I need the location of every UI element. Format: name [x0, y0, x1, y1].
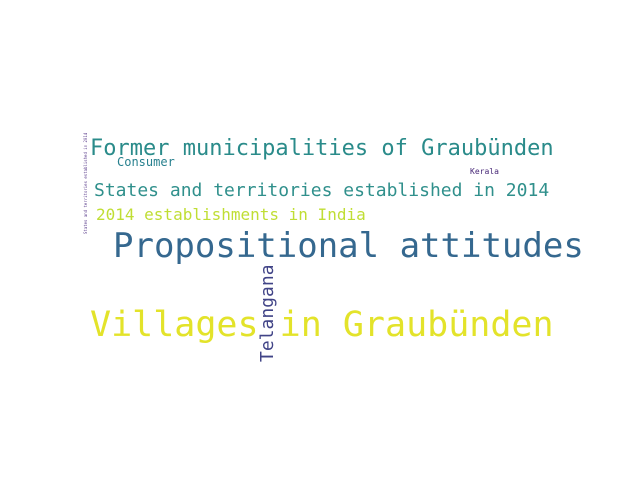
word-cloud: Villages in Graubünden Propositional att…	[0, 0, 640, 480]
word-states-and-territories-established-in-2014-small: States and territories established in 20…	[83, 132, 88, 234]
word-states-and-territories-established-in-2014: States and territories established in 20…	[94, 180, 550, 201]
word-kerala: Kerala	[470, 167, 499, 176]
word-2014-establishments-in-india: 2014 establishments in India	[96, 205, 366, 224]
word-consumer: Consumer	[117, 155, 175, 169]
word-propositional-attitudes: Propositional attitudes	[113, 226, 584, 266]
word-villages-in-graubunden: Villages in Graubünden	[90, 305, 554, 345]
word-telangana: Telangana	[257, 264, 278, 362]
